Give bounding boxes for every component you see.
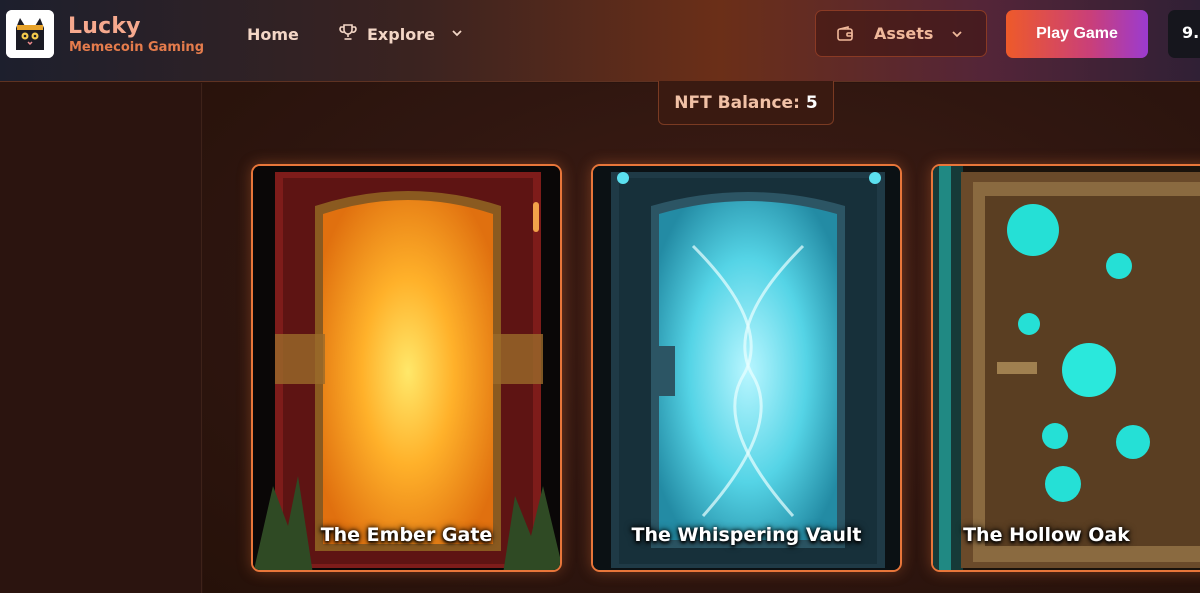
- hollow-oak-artwork: [933, 166, 1200, 570]
- nft-balance-label: NFT Balance:: [674, 92, 800, 113]
- card-title: The Whispering Vault: [631, 524, 862, 546]
- nft-balance-value: 5: [805, 92, 818, 113]
- whispering-vault-artwork: [593, 166, 900, 570]
- nft-card-ember-gate[interactable]: The Ember Gate: [251, 164, 562, 572]
- top-navbar: Lucky Memecoin Gaming Home Explore Asset…: [0, 0, 1200, 82]
- wallet-icon: [836, 25, 854, 47]
- nft-balance-badge: NFT Balance: 5: [658, 81, 834, 125]
- chevron-down-icon: [950, 26, 964, 45]
- assets-dropdown-button[interactable]: Assets: [815, 10, 987, 57]
- ember-gate-artwork: [253, 166, 560, 570]
- nav-explore-label: Explore: [367, 24, 435, 44]
- brand-subtitle: Memecoin Gaming: [69, 40, 204, 55]
- chevron-down-icon: [450, 25, 464, 44]
- nft-card-whispering-vault[interactable]: The Whispering Vault: [591, 164, 902, 572]
- play-game-button[interactable]: Play Game: [1006, 10, 1148, 58]
- card-title: The Ember Gate: [320, 524, 493, 546]
- left-sidebar: [0, 83, 202, 593]
- token-balance-chip[interactable]: 9.: [1168, 10, 1200, 58]
- cat-logo-icon[interactable]: [6, 10, 54, 58]
- assets-label: Assets: [874, 24, 934, 43]
- card-title: The Hollow Oak: [963, 524, 1130, 546]
- trophy-icon: [338, 22, 358, 46]
- nav-explore-dropdown[interactable]: Explore: [338, 20, 464, 48]
- nft-card-hollow-oak[interactable]: The Hollow Oak: [931, 164, 1200, 572]
- brand-title: Lucky: [68, 14, 141, 39]
- nav-home-link[interactable]: Home: [247, 25, 299, 44]
